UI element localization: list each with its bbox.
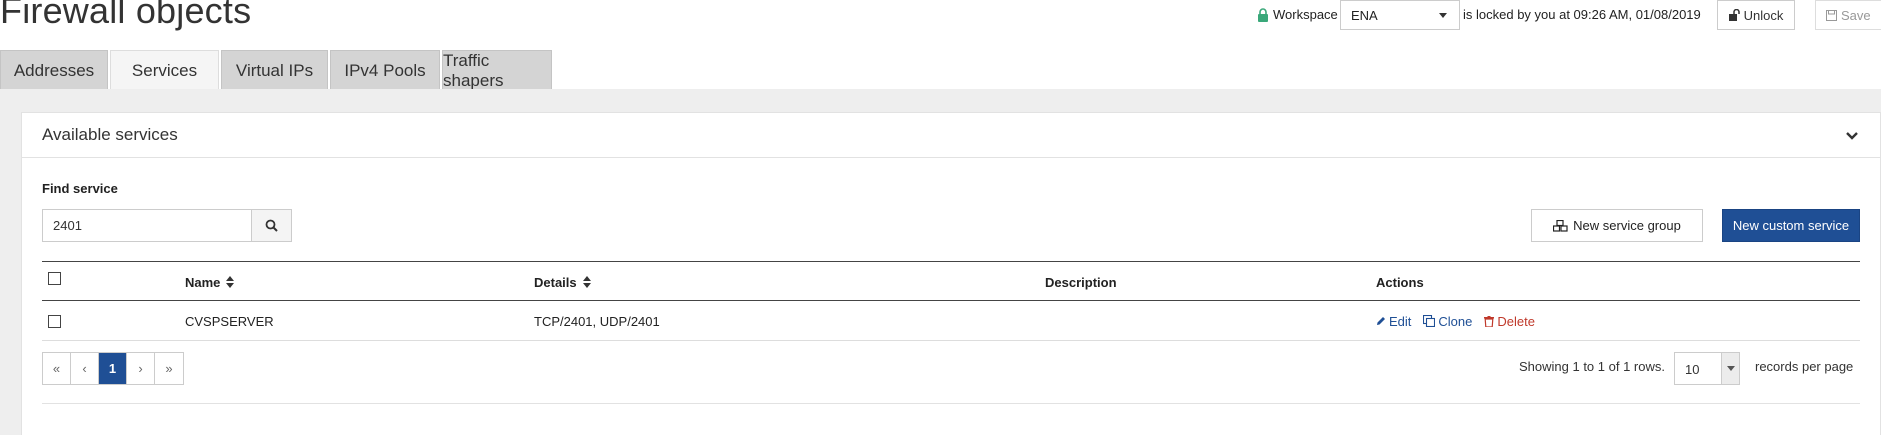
sort-icon: [582, 276, 591, 288]
last-page-button[interactable]: »: [155, 353, 183, 384]
clone-label: Clone: [1438, 313, 1473, 329]
find-service-label: Find service: [42, 181, 118, 196]
first-page-button[interactable]: «: [43, 353, 71, 384]
name-header-label: Name: [185, 274, 221, 290]
clone-button[interactable]: Clone: [1423, 314, 1472, 329]
delete-button[interactable]: Delete: [1484, 314, 1535, 329]
services-panel: Available services Find service New serv…: [21, 112, 1881, 435]
name-column-header[interactable]: Name: [185, 262, 235, 302]
panel-header[interactable]: Available services: [22, 113, 1880, 158]
select-all-cell: [48, 258, 61, 298]
lock-icon: [1258, 8, 1268, 22]
caret-down-icon: [1439, 13, 1447, 18]
chevron-down-icon[interactable]: [1844, 128, 1860, 144]
tab-virtual-ips[interactable]: Virtual IPs: [221, 50, 328, 90]
description-header-label: Description: [1045, 274, 1117, 290]
new-service-group-label: New service group: [1573, 218, 1681, 233]
table-header: Name Details Description Actions: [42, 261, 1860, 301]
unlock-label: Unlock: [1743, 7, 1784, 23]
delete-label: Delete: [1497, 313, 1535, 329]
select-all-checkbox[interactable]: [48, 271, 61, 285]
tab-traffic-shapers[interactable]: Traffic shapers: [442, 50, 552, 90]
details-column-header[interactable]: Details: [534, 262, 591, 302]
divider: [42, 403, 1860, 404]
search-icon: [265, 219, 278, 232]
workspace-lock-status: is locked by you at 09:26 AM, 01/08/2019: [1463, 7, 1701, 22]
save-button[interactable]: Save: [1815, 0, 1881, 30]
content-area: Available services Find service New serv…: [0, 89, 1881, 435]
search-input[interactable]: [43, 210, 251, 241]
row-checkbox[interactable]: [48, 314, 61, 328]
showing-rows-text: Showing 1 to 1 of 1 rows.: [1519, 359, 1665, 374]
tab-bar: Addresses Services Virtual IPs IPv4 Pool…: [0, 50, 554, 91]
pagination: « ‹ 1 › »: [42, 352, 184, 385]
search-button[interactable]: [251, 210, 291, 241]
new-custom-service-button[interactable]: New custom service: [1722, 209, 1860, 242]
sort-icon: [226, 276, 235, 288]
new-service-group-button[interactable]: New service group: [1531, 209, 1703, 242]
cubes-icon: [1553, 219, 1568, 232]
edit-button[interactable]: Edit: [1376, 314, 1411, 329]
page-title: Firewall objects: [0, 0, 252, 31]
actions-column-header: Actions: [1376, 262, 1424, 302]
row-actions: Edit Clone Delete: [1376, 301, 1547, 341]
unlock-icon: [1728, 9, 1740, 21]
clone-icon: [1423, 315, 1436, 327]
row-select-cell: [48, 301, 61, 341]
workspace-select-value: ENA: [1351, 8, 1378, 23]
description-column-header: Description: [1045, 262, 1117, 302]
save-icon: [1826, 9, 1837, 21]
row-name: CVSPSERVER: [185, 313, 274, 329]
search-group: [42, 209, 292, 242]
records-per-page-label: records per page: [1755, 359, 1854, 374]
actions-header-label: Actions: [1376, 274, 1424, 290]
trash-icon: [1484, 315, 1495, 327]
pencil-icon: [1377, 317, 1385, 325]
workspace-select[interactable]: ENA: [1340, 0, 1460, 30]
next-page-button[interactable]: ›: [127, 353, 155, 384]
tab-ipv4-pools[interactable]: IPv4 Pools: [330, 50, 440, 90]
unlock-button[interactable]: Unlock: [1717, 0, 1795, 30]
new-custom-service-label: New custom service: [1732, 218, 1850, 233]
records-per-page-value: 10: [1685, 362, 1700, 377]
edit-label: Edit: [1389, 313, 1412, 329]
save-label: Save: [1841, 7, 1871, 23]
dropdown-arrow-icon: [1721, 353, 1739, 384]
details-header-label: Details: [534, 274, 577, 290]
page-1-button[interactable]: 1: [99, 353, 127, 384]
services-table: Name Details Description Actions CVSPSER…: [42, 261, 1860, 341]
records-per-page-select[interactable]: 10: [1674, 352, 1740, 385]
tab-addresses[interactable]: Addresses: [0, 50, 108, 90]
table-row: CVSPSERVER TCP/2401, UDP/2401 Edit Clone…: [42, 301, 1860, 341]
panel-title: Available services: [42, 125, 178, 144]
row-details: TCP/2401, UDP/2401: [534, 313, 660, 329]
workspace-label: Workspace: [1273, 7, 1338, 22]
tab-services[interactable]: Services: [110, 50, 219, 91]
prev-page-button[interactable]: ‹: [71, 353, 99, 384]
